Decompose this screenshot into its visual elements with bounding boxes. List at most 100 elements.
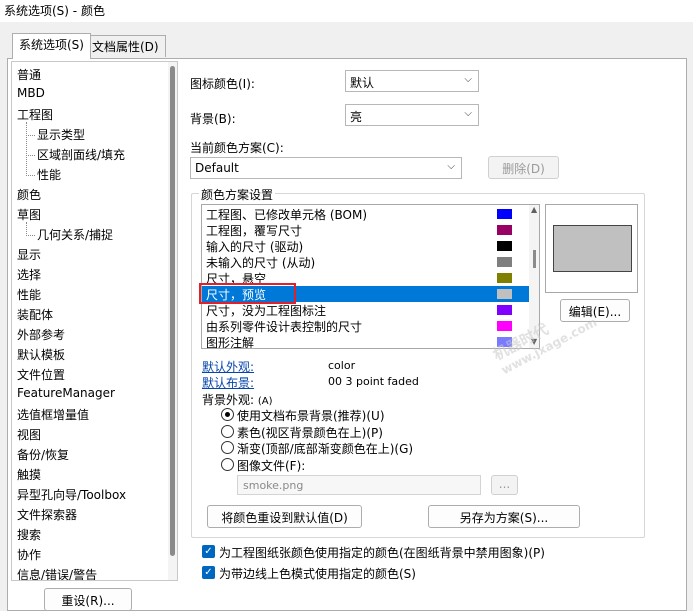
tree-item[interactable]: FeatureManager <box>17 386 115 400</box>
scheme-settings-title: 颜色方案设置 <box>199 186 276 203</box>
tree-item[interactable]: 显示 <box>17 246 41 263</box>
tree-item[interactable]: 搜索 <box>17 526 41 543</box>
tree-item[interactable]: 视图 <box>17 426 41 443</box>
tree-scrollbar[interactable] <box>168 62 177 580</box>
tree-item[interactable]: 选择 <box>17 266 41 283</box>
radio-image-file-label: 图像文件(F): <box>237 459 306 473</box>
tree-item[interactable]: 选值框增量值 <box>17 406 89 423</box>
checkbox-drawing-sheet-color[interactable]: ✓ <box>202 545 215 558</box>
tree-item[interactable]: 外部参考 <box>17 326 65 343</box>
color-item-list[interactable]: 图形注解 由系列零件设计表控制的尺寸 尺寸，没为工程图标注 尺寸，预览 尺寸，悬空 未输入… <box>201 204 540 349</box>
tree-item[interactable]: 信息/错误/警告 <box>17 566 97 580</box>
browse-button-label: ... <box>498 477 511 491</box>
scheme-label: 当前颜色方案(C): <box>190 141 284 155</box>
color-list-item-label: 图形注解 <box>206 336 255 349</box>
save-scheme-button[interactable]: 另存为方案(S)... <box>428 505 580 528</box>
radio-doc-scene-bg[interactable] <box>221 408 234 421</box>
radio-doc-scene-bg-label: 使用文档布景背景(推荐)(U) <box>237 409 385 423</box>
color-list-item-label: 尺寸，没为工程图标注 <box>206 304 327 318</box>
color-swatch <box>497 289 512 299</box>
bg-appearance-text: 背景外观: <box>202 393 255 407</box>
color-swatch <box>497 321 512 331</box>
title-bar: 系统选项(S) - 颜色 <box>0 0 693 22</box>
tree-item[interactable]: 性能 <box>37 166 61 183</box>
icon-color-value: 默认 <box>350 76 375 90</box>
radio-gradient[interactable] <box>221 441 234 454</box>
list-scrollbar-thumb[interactable] <box>533 250 536 268</box>
reset-colors-button[interactable]: 将颜色重设到默认值(D) <box>207 505 362 528</box>
tree-item[interactable]: 备份/恢复 <box>17 446 69 463</box>
default-appearance-link[interactable]: 默认外观: <box>202 358 254 375</box>
color-swatch <box>497 241 512 251</box>
color-swatch <box>497 225 512 235</box>
delete-button-label: 删除(D) <box>502 162 545 176</box>
color-list-item[interactable]: 由系列零件设计表控制的尺寸 <box>202 318 530 334</box>
tree-item[interactable]: 文件探索器 <box>17 506 77 523</box>
radio-image-file[interactable] <box>221 458 234 471</box>
scheme-value: Default <box>195 161 239 175</box>
tree-item[interactable]: 触摸 <box>17 466 41 483</box>
default-scene-link[interactable]: 默认布景: <box>202 374 254 391</box>
color-list-item[interactable]: 尺寸，没为工程图标注 <box>202 302 530 318</box>
background-label: 背景(B): <box>190 112 236 126</box>
icon-color-select[interactable]: 默认 ⌵ <box>345 70 479 92</box>
tab-label: 系统选项(S) <box>19 38 84 52</box>
tree-connector <box>26 175 35 176</box>
chevron-down-icon: ⌵ <box>464 108 472 119</box>
tab-document-properties[interactable]: 文档属性(D) <box>86 35 166 57</box>
tree-item[interactable]: 颜色 <box>17 186 41 203</box>
window-title: 系统选项(S) - 颜色 <box>4 4 105 18</box>
delete-button[interactable]: 删除(D) <box>488 156 559 179</box>
tree-connector <box>26 135 35 136</box>
tree-item[interactable]: 普通 <box>17 66 41 83</box>
image-file-field[interactable]: smoke.png <box>237 475 481 495</box>
color-list-item[interactable]: 工程图，覆写尺寸 <box>202 222 530 238</box>
color-list-item[interactable]: 工程图、已修改单元格 (BOM) <box>202 206 530 222</box>
reset-button[interactable]: 重设(R)... <box>44 588 132 611</box>
tab-system-options[interactable]: 系统选项(S) <box>12 33 91 59</box>
color-list-item[interactable]: 未输入的尺寸 (从动) <box>202 254 530 270</box>
color-list-item[interactable]: 输入的尺寸 (驱动) <box>202 238 530 254</box>
background-value: 亮 <box>350 110 363 124</box>
tree-scrollbar-thumb[interactable] <box>170 66 175 556</box>
options-tree: 普通 MBD 工程图 显示类型 区域剖面线/填充 性能 颜色 草图 几何关系/捕捉 显示 选择 性能装… <box>11 61 178 581</box>
tree-connector <box>26 155 35 156</box>
scheme-select[interactable]: Default ⌵ <box>190 157 462 179</box>
tree-item[interactable]: 区域剖面线/填充 <box>37 146 125 163</box>
color-list-item-label: 由系列零件设计表控制的尺寸 <box>206 320 363 334</box>
color-preview-swatch <box>553 225 632 272</box>
tree-connector <box>26 122 27 176</box>
radio-plain-color[interactable] <box>221 425 234 438</box>
checkbox-shaded-edges-color-label: 为带边线上色模式使用指定的颜色(S) <box>219 567 416 581</box>
tree-item[interactable]: 工程图 <box>17 106 53 123</box>
tree-connector <box>26 222 27 236</box>
color-swatch <box>497 273 512 283</box>
default-scene-value: 00 3 point faded <box>328 375 419 388</box>
tree-item[interactable]: 草图 <box>17 206 41 223</box>
tree-item[interactable]: 几何关系/捕捉 <box>37 226 113 243</box>
background-select[interactable]: 亮 ⌵ <box>345 104 479 126</box>
tree-item[interactable]: 性能 <box>17 286 41 303</box>
reset-colors-button-label: 将颜色重设到默认值(D) <box>221 511 348 525</box>
checkbox-drawing-sheet-color-label: 为工程图纸张颜色使用指定的颜色(在图纸背景中禁用图象)(P) <box>219 546 545 560</box>
tree-item[interactable]: 显示类型 <box>37 126 85 143</box>
tree-item[interactable]: 默认模板 <box>17 346 65 363</box>
color-list-item-label: 工程图，覆写尺寸 <box>206 224 303 238</box>
bg-appearance-label: 背景外观: (A) <box>202 391 273 408</box>
tree-item[interactable]: 装配体 <box>17 306 53 323</box>
scroll-up-icon[interactable]: ▲ <box>531 205 537 214</box>
radio-plain-color-label: 素色(视区背景颜色在上)(P) <box>237 426 383 440</box>
tree-item[interactable]: MBD <box>17 86 45 100</box>
icon-color-label: 图标颜色(I): <box>190 77 255 91</box>
radio-gradient-label: 渐变(顶部/底部渐变颜色在上)(G) <box>237 442 414 456</box>
browse-button[interactable]: ... <box>491 475 518 495</box>
tree-item[interactable]: 协作 <box>17 546 41 563</box>
color-swatch <box>497 209 512 219</box>
tree-connector <box>26 235 35 236</box>
tree-item[interactable]: 文件位置 <box>17 366 65 383</box>
color-swatch <box>497 305 512 315</box>
tree-item[interactable]: 异型孔向导/Toolbox <box>17 486 126 503</box>
checkbox-shaded-edges-color[interactable]: ✓ <box>202 566 215 579</box>
color-list-item-label: 输入的尺寸 (驱动) <box>206 240 304 254</box>
color-list-item[interactable]: 图形注解 <box>202 334 530 349</box>
